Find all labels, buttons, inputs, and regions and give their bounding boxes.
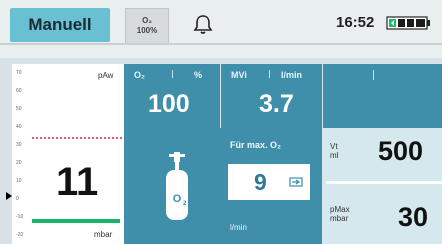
o2-badge-label: O₂	[142, 16, 152, 25]
svg-text:O: O	[173, 193, 182, 205]
o2-tile-unit: %	[194, 70, 203, 80]
separator-strip	[326, 181, 442, 184]
tile-separator	[172, 70, 173, 78]
vt-label-unit: ml	[330, 151, 339, 160]
pmax-label: pMax mbar	[330, 205, 350, 223]
pressure-waveform-panel[interactable]: 70 60 50 40 30 20 10 0 -10 -20 pAw 11 mb…	[12, 64, 124, 244]
scale-tick: 40	[16, 124, 22, 130]
pmax-label-unit: mbar	[330, 214, 349, 223]
pressure-unit: mbar	[94, 230, 113, 239]
paw-label: pAw	[98, 71, 114, 80]
vt-label: Vt ml	[330, 142, 338, 160]
tile-separator	[269, 70, 270, 78]
baseline-marker-icon	[6, 192, 12, 200]
o2-badge-value: 100%	[136, 26, 158, 35]
pressure-scale: 70 60 50 40 30 20 10 0 -10 -20	[12, 64, 30, 244]
o2-status-badge[interactable]: O₂ 100%	[125, 8, 169, 44]
vt-label-name: Vt	[330, 142, 338, 151]
mv-tile-unit: l/min	[281, 70, 303, 80]
o2-flow-setting[interactable]: 9	[228, 164, 310, 200]
scale-tick: 0	[16, 196, 19, 202]
scale-tick: 30	[16, 142, 22, 148]
vt-value: 500	[378, 136, 424, 166]
empty-parameter-tile[interactable]	[323, 64, 442, 128]
bell-icon[interactable]	[193, 13, 213, 35]
mode-label: Manuell	[28, 15, 92, 34]
scale-tick: 70	[16, 70, 22, 76]
mv-tile-value: 3.7	[259, 90, 294, 118]
mv-tile-label: MVi	[231, 70, 247, 80]
scale-tick: 50	[16, 106, 22, 112]
scale-tick: 10	[16, 178, 22, 184]
o2-flow-label: Für max. O₂	[230, 140, 282, 150]
clock-time: 16:52	[336, 14, 375, 31]
flow-icon	[289, 177, 303, 187]
tile-separator	[373, 70, 374, 80]
alarm-limit-line	[32, 137, 122, 139]
o2-flow-control-area: O 2 Für max. O₂ 9 l/min	[124, 128, 322, 244]
pressure-value: 11	[56, 160, 99, 204]
o2-flow-value: 9	[254, 169, 267, 195]
o2-tile-label: O₂	[134, 70, 145, 80]
scale-tick: -10	[16, 214, 24, 220]
settings-column: Vt ml 500 pMax mbar 30	[322, 128, 442, 244]
pmax-value: 30	[398, 202, 429, 232]
header-divider	[0, 43, 442, 45]
mode-button[interactable]: Manuell	[10, 8, 110, 42]
pmax-label-name: pMax	[330, 205, 350, 214]
scale-tick: -20	[16, 232, 24, 238]
o2-tile-value: 100	[148, 90, 190, 118]
battery-icon	[386, 16, 430, 30]
top-bar: Manuell O₂ 100% 16:52	[0, 0, 442, 58]
minute-volume-tile[interactable]: MVi l/min 3.7	[221, 64, 322, 128]
oxygen-cylinder-icon: O 2	[166, 152, 188, 220]
o2-concentration-tile[interactable]: O₂ % 100	[124, 64, 220, 128]
scale-tick: 60	[16, 88, 22, 94]
o2-flow-unit: l/min	[230, 223, 247, 232]
peep-line	[32, 219, 120, 223]
scale-tick: 20	[16, 160, 22, 166]
